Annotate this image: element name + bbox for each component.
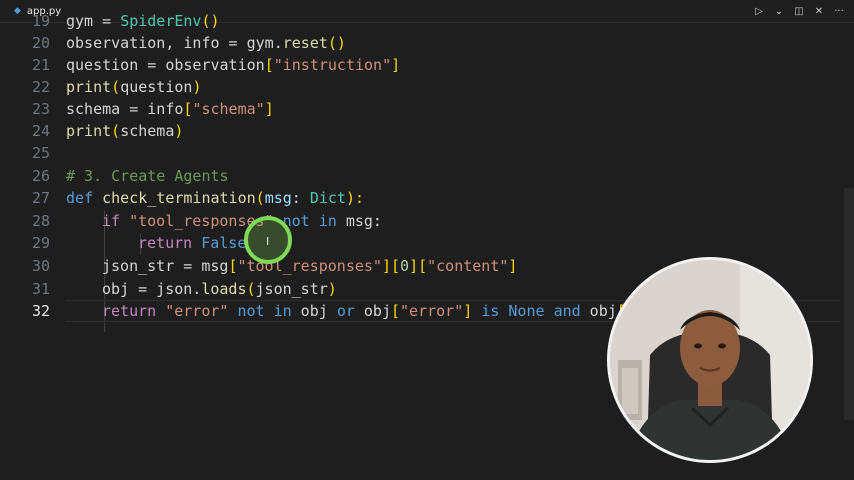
line-number: 22: [31, 78, 50, 96]
line-number: 21: [31, 56, 50, 74]
line-number: 23: [31, 100, 50, 118]
line-number: 24: [31, 122, 50, 140]
code-line-19[interactable]: 19 gym = SpiderEnv(): [0, 10, 840, 32]
line-number: 27: [31, 189, 50, 207]
presenter-video-icon: [610, 260, 810, 460]
code-line-29[interactable]: 29 return False: [0, 232, 840, 254]
code-line-21[interactable]: 21 question = observation["instruction"]: [0, 54, 840, 76]
line-number: 32: [31, 302, 50, 320]
code-line-20[interactable]: 20 observation, info = gym.reset(): [0, 32, 840, 54]
line-number: 31: [31, 280, 50, 298]
line-number: 29: [31, 234, 50, 252]
line-number: 20: [31, 34, 50, 52]
webcam-overlay: [607, 257, 813, 463]
text-cursor-icon: I: [266, 235, 270, 248]
line-number: 19: [31, 12, 50, 30]
code-line-22[interactable]: 22 print(question): [0, 76, 840, 98]
code-line-25[interactable]: 25: [0, 142, 840, 164]
line-number: 28: [31, 212, 50, 230]
line-number: 26: [31, 167, 50, 185]
code-line-24[interactable]: 24 print(schema): [0, 120, 840, 142]
line-number: 30: [31, 257, 50, 275]
code-line-26[interactable]: 26 # 3. Create Agents: [0, 165, 840, 187]
vertical-scrollbar[interactable]: [844, 188, 854, 420]
code-line-28[interactable]: 28 if "tool_responses" not in msg:: [0, 210, 840, 232]
code-line-27[interactable]: 27 def check_termination(msg: Dict):: [0, 187, 840, 209]
code-line-23[interactable]: 23 schema = info["schema"]: [0, 98, 840, 120]
line-number: 25: [31, 144, 50, 162]
